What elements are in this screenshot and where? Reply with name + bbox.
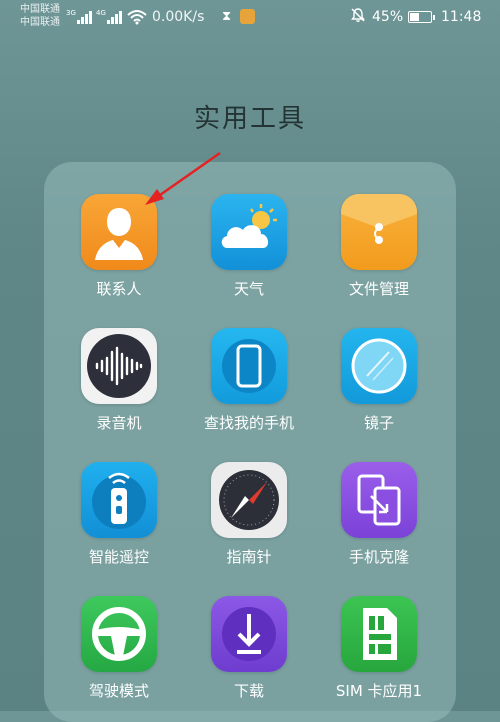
app-notification-icon: [240, 9, 255, 24]
app-mirror[interactable]: 镜子: [314, 328, 444, 433]
app-label: 联系人: [96, 280, 142, 298]
folder-title: 实用工具: [193, 104, 306, 134]
app-label: 手机克隆: [348, 548, 409, 566]
remote-icon: [81, 462, 157, 538]
wifi-icon: [127, 10, 147, 25]
app-recorder[interactable]: 录音机: [54, 328, 184, 433]
app-driving-mode[interactable]: 驾驶模式: [54, 596, 184, 701]
sig2-tag: 4G: [96, 9, 106, 17]
network-speed: 0.00K/s: [152, 9, 205, 25]
carrier-2: 中国联通: [20, 17, 60, 28]
hourglass-icon: ⧗: [222, 9, 232, 24]
battery-icon: [408, 11, 435, 23]
app-label: 录音机: [96, 414, 142, 432]
app-label: 镜子: [363, 414, 394, 432]
app-label: 驾驶模式: [88, 682, 149, 700]
carrier-info: 中国联通 中国联通: [20, 3, 60, 29]
signal-2-icon: 4G: [96, 9, 122, 24]
app-label: 查找我的手机: [203, 414, 294, 432]
app-label: 文件管理: [348, 280, 409, 298]
find-phone-icon: [211, 328, 287, 404]
app-find-phone[interactable]: 查找我的手机: [184, 328, 314, 433]
app-label: 天气: [233, 280, 264, 298]
weather-icon: [211, 194, 287, 270]
mute-bell-icon: [350, 7, 366, 27]
status-bar: 中国联通 中国联通 3G 4G 0.00K/s ⧗ 45% 11:48: [0, 0, 500, 36]
recorder-icon: [81, 328, 157, 404]
sig1-tag: 3G: [66, 9, 76, 17]
contacts-icon: [81, 194, 157, 270]
app-file-manager[interactable]: 文件管理: [314, 194, 444, 299]
folder-panel: 联系人 天气 文件管理 录音机 查找我的手机 镜子 智能遥控 指南针 手机克隆 …: [44, 162, 456, 722]
app-label: 指南针: [226, 548, 272, 566]
app-label: SIM 卡应用1: [335, 682, 423, 700]
app-sim-card[interactable]: SIM 卡应用1: [314, 596, 444, 701]
app-label: 下载: [233, 682, 264, 700]
carrier-1: 中国联通: [20, 4, 60, 15]
app-contacts[interactable]: 联系人: [54, 194, 184, 299]
app-weather[interactable]: 天气: [184, 194, 314, 299]
app-download[interactable]: 下载: [184, 596, 314, 701]
mirror-icon: [341, 328, 417, 404]
driving-mode-icon: [81, 596, 157, 672]
app-remote[interactable]: 智能遥控: [54, 462, 184, 567]
compass-icon: [211, 462, 287, 538]
sim-card-icon: [341, 596, 417, 672]
phone-clone-icon: [341, 462, 417, 538]
app-compass[interactable]: 指南针: [184, 462, 314, 567]
app-phone-clone[interactable]: 手机克隆: [314, 462, 444, 567]
file-manager-icon: [341, 194, 417, 270]
download-icon: [211, 596, 287, 672]
clock: 11:48: [441, 9, 482, 25]
battery-percent: 45%: [372, 9, 404, 25]
signal-1-icon: 3G: [66, 9, 92, 24]
app-label: 智能遥控: [88, 548, 149, 566]
